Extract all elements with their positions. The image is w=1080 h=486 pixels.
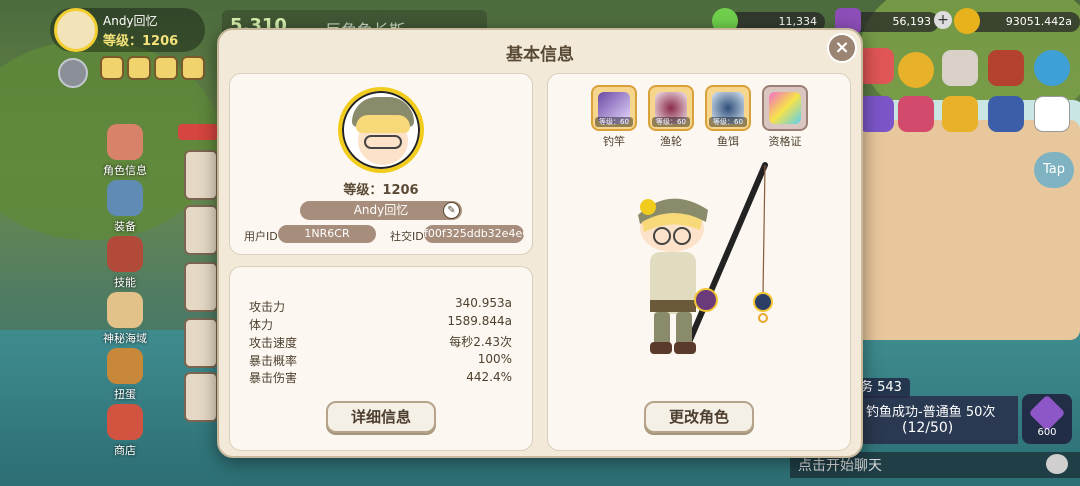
profile-avatar[interactable]: [338, 87, 424, 173]
certificate-badge-icon[interactable]: [898, 52, 934, 88]
stat-speed-value: 每秒2.43次: [449, 335, 512, 349]
chat-placeholder[interactable]: 点击开始聊天: [798, 455, 882, 475]
task-description: 钓鱼成功-普通鱼 50次: [866, 405, 996, 420]
tap-button[interactable]: Tap: [1034, 152, 1074, 188]
heart-icon[interactable]: [127, 56, 151, 80]
treasure-chest-icon: [107, 348, 143, 384]
reel-slot: 等级：60: [648, 85, 694, 131]
sidebar-item-shop[interactable]: 商店: [98, 404, 152, 458]
upgrade-tag: [178, 124, 218, 140]
avatar-glasses: [364, 135, 402, 149]
stat-stamina-value: 1589.844a: [447, 314, 512, 328]
stat-attack-value: 340.953a: [455, 296, 512, 310]
player-name: Andy回忆: [103, 14, 158, 28]
stat-crit-rate-value: 100%: [477, 352, 512, 366]
license-slot: [762, 85, 808, 131]
stat-stamina-label: 体力: [249, 318, 274, 332]
sidebar-item-label: 神秘海域: [103, 332, 147, 345]
sidebar-item-mystery-sea[interactable]: 神秘海域: [98, 292, 152, 346]
upgrade-card[interactable]: [184, 262, 218, 312]
gift-icon[interactable]: [181, 56, 205, 80]
gift-box-icon[interactable]: [898, 96, 934, 132]
add-currency-icon[interactable]: +: [934, 11, 952, 29]
sidebar-item-label: 技能: [114, 276, 136, 289]
equip-bait[interactable]: 等级：60 鱼饵: [705, 85, 751, 149]
fishbowl-icon[interactable]: [1034, 50, 1070, 86]
rod-level: 等级：60: [595, 117, 633, 127]
upgrade-card[interactable]: [184, 372, 218, 422]
energy-icon[interactable]: [988, 96, 1024, 132]
shop-icon: [107, 404, 143, 440]
stat-attack-label: 攻击力: [249, 300, 286, 314]
equip-rod[interactable]: 等级：60 钓竿: [591, 85, 637, 149]
stat-crit-dmg-value: 442.4%: [466, 370, 512, 384]
character-icon: [107, 124, 143, 160]
sidebar-item-skills[interactable]: 技能: [98, 236, 152, 290]
menu-icon[interactable]: [1034, 96, 1070, 132]
sidebar-item-character[interactable]: 角色信息: [98, 124, 152, 178]
change-role-button[interactable]: 更改角色: [644, 401, 754, 433]
sidebar-item-label: 角色信息: [103, 164, 147, 177]
bait-level: 等级：60: [709, 117, 747, 127]
rod-label: 钓竿: [603, 135, 625, 148]
avatar-hair: [356, 115, 410, 133]
detail-info-button[interactable]: 详细信息: [326, 401, 436, 433]
edit-name-icon[interactable]: ✎: [443, 202, 460, 219]
sidebar-item-equipment[interactable]: 装备: [98, 180, 152, 234]
equip-reel[interactable]: 等级：60 渔轮: [648, 85, 694, 149]
social-id-value: f00f325ddb32e4e0df5: [424, 225, 524, 243]
stat-crit-dmg-label: 暴击伤害: [249, 371, 298, 385]
gem-icon: [1028, 394, 1066, 432]
rod-slot: 等级：60: [591, 85, 637, 131]
hat-icon[interactable]: [154, 56, 178, 80]
clipboard-icon[interactable]: [942, 50, 978, 86]
upgrade-card[interactable]: [184, 150, 218, 200]
upgrade-card[interactable]: [184, 318, 218, 368]
cat-icon[interactable]: [58, 58, 88, 88]
player-avatar[interactable]: [54, 8, 98, 52]
sidebar-item-label: 商店: [114, 444, 136, 457]
book-icon[interactable]: [988, 50, 1024, 86]
skill-book-icon: [107, 236, 143, 272]
gold-coin-icon: [954, 8, 980, 34]
profile-level: 等级：1206: [343, 183, 419, 198]
player-level: 等级：1206: [103, 34, 179, 49]
stat-speed-label: 攻击速度: [249, 336, 298, 350]
license-icon: [769, 92, 801, 124]
license-label: 资格证: [768, 135, 802, 148]
stat-crit-rate-label: 暴击概率: [249, 354, 298, 368]
reel-level: 等级：60: [652, 117, 690, 127]
treasure-map-icon: [107, 292, 143, 328]
task-progress: (12/50): [902, 420, 954, 436]
task-reward-amount: 600: [1037, 427, 1057, 438]
sidebar-item-label: 扭蛋: [114, 388, 136, 401]
close-button[interactable]: ×: [827, 33, 857, 63]
mail-icon[interactable]: [858, 48, 894, 84]
chat-bubble-icon[interactable]: [1046, 454, 1068, 474]
modal-title: 基本信息: [506, 45, 574, 65]
buff-icon[interactable]: [100, 56, 124, 80]
reel-label: 渔轮: [660, 135, 682, 148]
fishing-rod-icon: [107, 180, 143, 216]
upgrade-card[interactable]: [184, 205, 218, 255]
social-id-label: 社交ID: [390, 230, 424, 243]
sidebar-item-gacha[interactable]: 扭蛋: [98, 348, 152, 402]
character-figure: [638, 162, 773, 354]
equip-license[interactable]: 资格证: [762, 85, 808, 149]
sidebar-item-label: 装备: [114, 220, 136, 233]
user-id-value: 1NR6CR: [278, 225, 376, 243]
user-id-label: 用户ID: [244, 230, 278, 243]
bait-slot: 等级：60: [705, 85, 751, 131]
profile-name: Andy回忆: [300, 201, 462, 220]
bait-label: 鱼饵: [717, 135, 739, 148]
event-icon[interactable]: [858, 96, 894, 132]
task-reward[interactable]: 600: [1022, 394, 1072, 444]
trophy-icon[interactable]: [942, 96, 978, 132]
